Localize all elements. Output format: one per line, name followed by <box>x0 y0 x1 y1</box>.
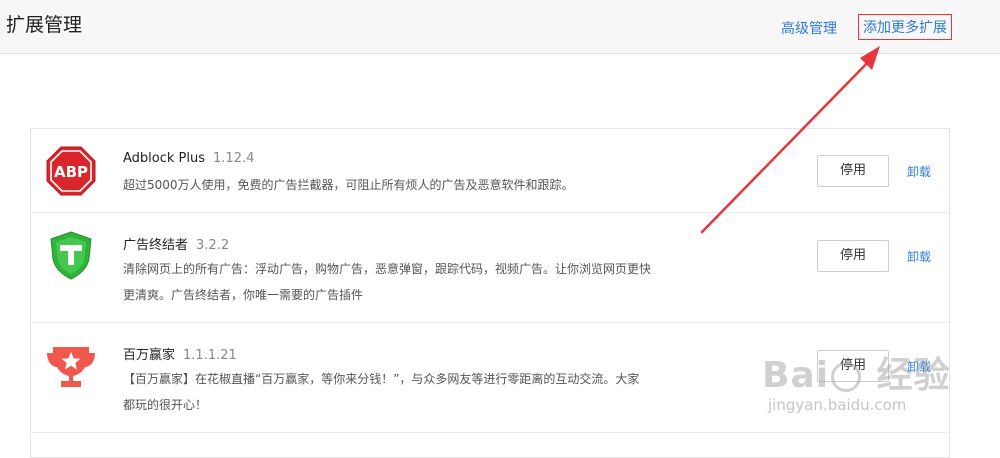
trophy-star-icon <box>47 347 95 387</box>
header-bar: 扩展管理 高级管理 添加更多扩展 <box>0 0 1000 54</box>
extension-name: 广告终结者 3.2.2 <box>123 238 230 253</box>
extension-version: 1.12.4 <box>213 151 255 166</box>
green-t-shield-icon <box>50 231 92 280</box>
add-more-extensions-link[interactable]: 添加更多扩展 <box>858 14 952 40</box>
uninstall-link[interactable]: 卸载 <box>907 358 931 375</box>
disable-button[interactable]: 停用 <box>817 240 889 272</box>
extension-row-million-winner: 百万赢家 1.1.1.21 【百万赢家】在花椒直播“百万赢家，等你来分钱！”，与众… <box>31 323 949 433</box>
disable-button[interactable]: 停用 <box>817 155 889 187</box>
disable-button[interactable]: 停用 <box>817 350 889 382</box>
page-title: 扩展管理 <box>6 14 83 36</box>
extension-list: ABP Adblock Plus 1.12.4 超过5000万人使用，免费的广告拦… <box>30 128 950 458</box>
extension-version: 3.2.2 <box>196 238 230 253</box>
extension-name: 百万赢家 1.1.1.21 <box>123 348 237 363</box>
svg-text:ABP: ABP <box>54 163 88 181</box>
advanced-manage-link[interactable]: 高级管理 <box>781 18 837 38</box>
extension-name: Adblock Plus 1.12.4 <box>123 151 255 166</box>
extension-description: 超过5000万人使用，免费的广告拦截器，可阻止所有烦人的广告及恶意软件和跟踪。 <box>123 178 574 192</box>
abp-stop-sign-icon: ABP <box>46 146 96 196</box>
uninstall-link[interactable]: 卸载 <box>907 163 931 180</box>
extension-row-ad-terminator: 广告终结者 3.2.2 清除网页上的所有广告：浮动广告，购物广告，恶意弹窗，跟踪代… <box>31 213 949 323</box>
extension-row-adblock-plus: ABP Adblock Plus 1.12.4 超过5000万人使用，免费的广告拦… <box>31 129 949 213</box>
extension-description: 清除网页上的所有广告：浮动广告，购物广告，恶意弹窗，跟踪代码，视频广告。让你浏览… <box>123 262 652 302</box>
extension-version: 1.1.1.21 <box>183 348 237 363</box>
uninstall-link[interactable]: 卸载 <box>907 248 931 265</box>
extension-description: 【百万赢家】在花椒直播“百万赢家，等你来分钱！”，与众多网友等进行零距离的互动交… <box>123 372 640 412</box>
